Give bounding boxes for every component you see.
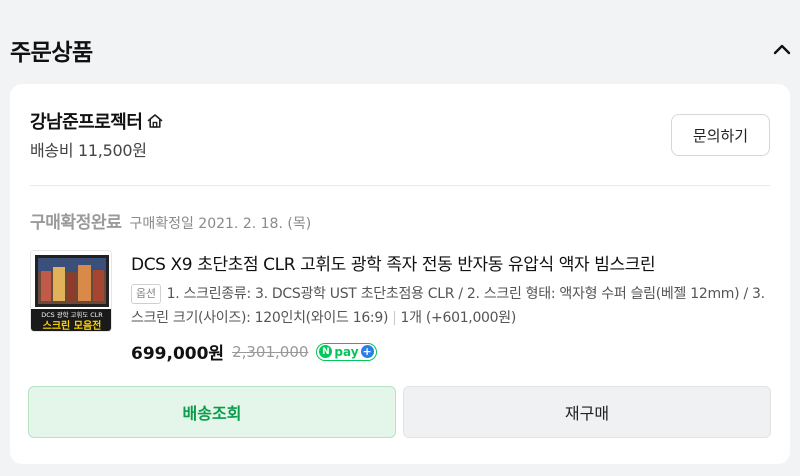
section-title: 주문상품 bbox=[10, 40, 93, 66]
product-title[interactable]: DCS X9 초단초점 CLR 고휘도 광학 족자 전동 반자동 유압식 액자 … bbox=[131, 250, 771, 275]
track-delivery-button[interactable]: 배송조회 bbox=[28, 386, 396, 438]
store-name-link[interactable]: 강남준프로젝터 bbox=[30, 108, 164, 134]
chevron-up-icon[interactable] bbox=[770, 38, 794, 62]
price: 699,000원 bbox=[131, 344, 225, 364]
npay-icon: N bbox=[319, 345, 333, 358]
divider bbox=[30, 185, 770, 186]
original-price: 2,301,000 bbox=[232, 342, 309, 361]
price-row: 699,000원 2,301,000 N pay + bbox=[131, 339, 377, 364]
reorder-button[interactable]: 재구매 bbox=[403, 386, 771, 438]
npay-plus-badge: N pay + bbox=[316, 342, 377, 361]
order-status-row: 구매확정완료 구매확정일 2021. 2. 18. (목) bbox=[30, 208, 311, 233]
option-separator: | bbox=[392, 310, 397, 326]
npay-label: pay bbox=[334, 344, 359, 359]
quantity-text: 1개 (+601,000원) bbox=[400, 310, 517, 326]
thumb-caption-top: DCS 광학 고휘도 CLR bbox=[41, 310, 103, 319]
order-items-header: 주문상품 bbox=[0, 0, 800, 84]
shipping-fee: 배송비 11,500원 bbox=[30, 141, 147, 160]
inquiry-button[interactable]: 문의하기 bbox=[671, 114, 770, 156]
product-options: 옵션 1. 스크린종류: 3. DCS광학 UST 초단초점용 CLR / 2. … bbox=[131, 282, 771, 330]
order-status: 구매확정완료 bbox=[30, 213, 122, 233]
confirm-date: 구매확정일 2021. 2. 18. (목) bbox=[129, 216, 312, 232]
plus-icon: + bbox=[360, 345, 374, 358]
product-thumbnail[interactable]: DCS 광학 고휘도 CLR 스크린 모음전 bbox=[30, 250, 112, 332]
option-badge: 옵션 bbox=[131, 284, 161, 304]
thumb-caption-bottom: 스크린 모음전 bbox=[43, 319, 102, 332]
home-icon[interactable] bbox=[146, 112, 164, 130]
order-card: 강남준프로젝터 배송비 11,500원 문의하기 구매확정완료 구매확정일 20… bbox=[10, 84, 790, 464]
store-name[interactable]: 강남준프로젝터 bbox=[30, 108, 143, 134]
